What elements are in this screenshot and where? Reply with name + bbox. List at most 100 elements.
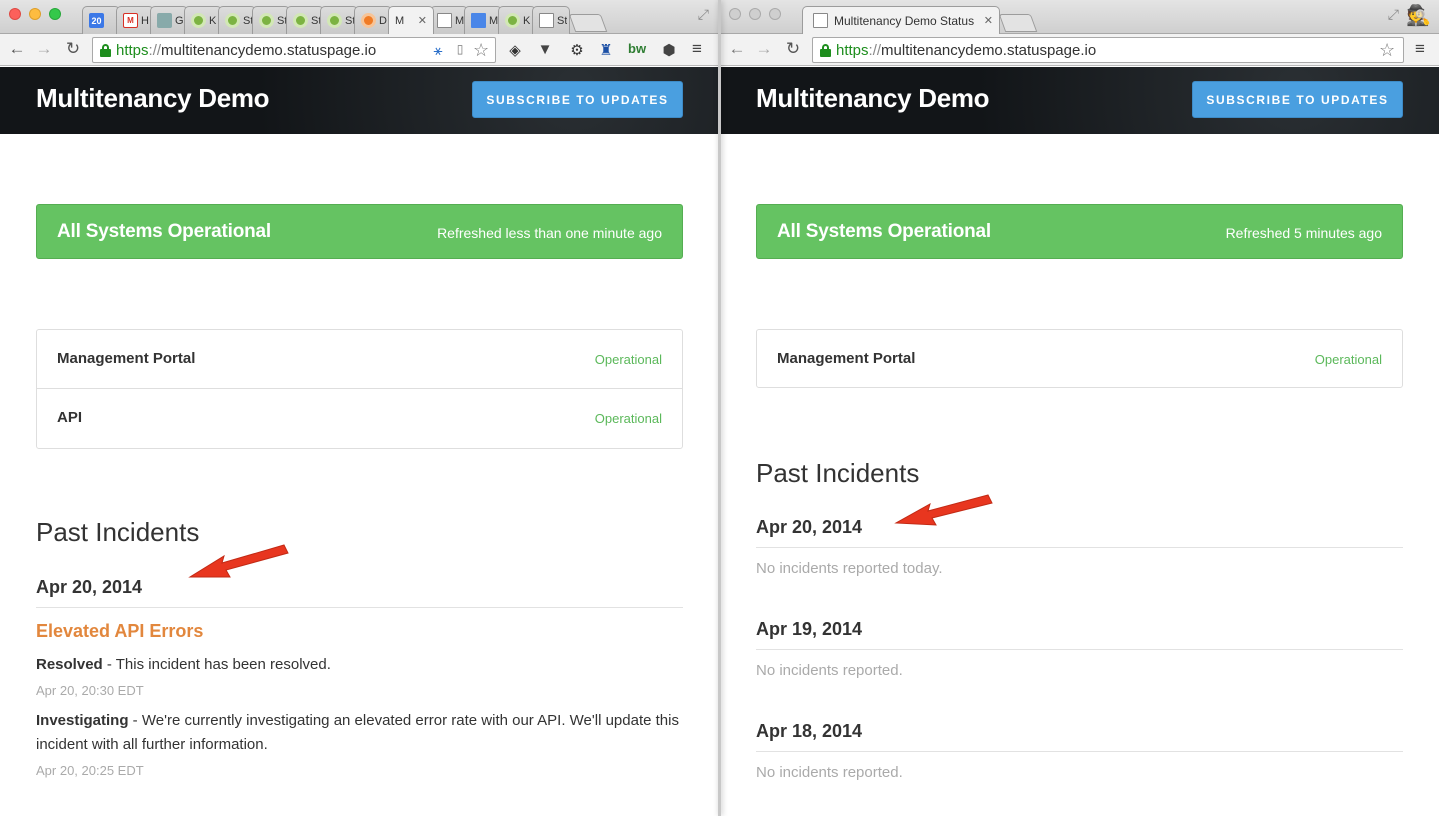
- refresh-time: Refreshed less than one minute ago: [437, 225, 662, 241]
- statuspage-icon: [191, 13, 206, 28]
- tab[interactable]: St: [320, 6, 358, 34]
- extension-icon[interactable]: ♜: [597, 41, 615, 59]
- tab[interactable]: St: [252, 6, 290, 34]
- update-time: Apr 20, 20:30 EDT: [36, 683, 144, 698]
- google-docs-icon: [471, 13, 486, 28]
- new-tab-button[interactable]: [568, 14, 608, 32]
- tab[interactable]: St: [532, 6, 570, 34]
- site-title[interactable]: Multitenancy Demo: [756, 83, 990, 114]
- back-arrow-icon[interactable]: ←: [726, 39, 748, 59]
- reload-icon[interactable]: ↻: [62, 39, 84, 59]
- network-icon[interactable]: ⚹: [429, 42, 447, 59]
- address-bar[interactable]: https://multitenancydemo.statuspage.io ☆: [812, 37, 1404, 63]
- calendar-icon: 20: [89, 13, 104, 28]
- status-banner: All Systems Operational Refreshed less t…: [36, 204, 683, 259]
- status-title: All Systems Operational: [57, 221, 271, 242]
- tab[interactable]: G: [150, 6, 188, 34]
- close-window-button[interactable]: [9, 8, 21, 20]
- statuspage-icon: [259, 13, 274, 28]
- tab[interactable]: St: [286, 6, 324, 34]
- tab[interactable]: 20: [82, 6, 120, 34]
- component-row: Management Portal Operational: [37, 330, 682, 389]
- tab[interactable]: K: [498, 6, 536, 34]
- incident-update: Investigating - We're currently investig…: [36, 712, 679, 753]
- date-heading: Apr 18, 2014: [756, 721, 1403, 752]
- right-browser-window: Multitenancy Demo Status ✕ ⤢ 🕵 ← → ↻ htt…: [720, 0, 1439, 816]
- past-incidents-heading: Past Incidents: [756, 458, 920, 488]
- zoom-window-button[interactable]: [49, 8, 61, 20]
- incident-title-link[interactable]: Elevated API Errors: [36, 621, 203, 642]
- window-divider: [718, 0, 721, 816]
- close-tab-icon[interactable]: ✕: [418, 14, 427, 27]
- page-action-icon[interactable]: ▯: [451, 42, 469, 56]
- menu-icon[interactable]: ≡: [1415, 39, 1425, 59]
- tab[interactable]: MH: [116, 6, 154, 34]
- component-status: Operational: [594, 411, 662, 426]
- no-incidents-text: No incidents reported.: [756, 662, 903, 679]
- bookmark-star-icon[interactable]: ☆: [473, 40, 489, 61]
- menu-icon[interactable]: ≡: [692, 39, 702, 59]
- left-browser-window: 20 MH G K St St St St D M ✕ M M K St ⤢ ← …: [0, 0, 719, 816]
- tab-label: K: [523, 14, 531, 27]
- update-time: Apr 20, 20:25 EDT: [36, 763, 144, 778]
- tab-strip: 20 MH G K St St St St D M ✕ M M K St ⤢: [0, 0, 719, 34]
- close-window-button[interactable]: [729, 8, 741, 20]
- tab-active[interactable]: Multitenancy Demo Status ✕: [802, 6, 1000, 34]
- minimize-window-button[interactable]: [749, 8, 761, 20]
- date-heading: Apr 20, 2014: [756, 517, 1403, 548]
- component-name: API: [57, 409, 83, 426]
- refresh-time: Refreshed 5 minutes ago: [1225, 225, 1382, 241]
- pocket-icon[interactable]: ▼: [536, 41, 554, 58]
- back-arrow-icon[interactable]: ←: [6, 39, 28, 59]
- subscribe-button[interactable]: SUBSCRIBE TO UPDATES: [472, 81, 683, 118]
- tab-label: D: [379, 14, 387, 27]
- past-incidents-heading: Past Incidents: [36, 517, 200, 547]
- statuspage-icon: [361, 13, 376, 28]
- tab[interactable]: D: [354, 6, 392, 34]
- gear-icon[interactable]: ⚙: [568, 41, 586, 59]
- components-list: Management Portal Operational: [756, 329, 1403, 388]
- bookmark-star-icon[interactable]: ☆: [1379, 40, 1395, 61]
- address-bar[interactable]: https://multitenancydemo.statuspage.io ⚹…: [92, 37, 496, 63]
- tab[interactable]: M: [430, 6, 468, 34]
- components-list: Management Portal Operational API Operat…: [36, 329, 683, 449]
- browser-toolbar: ← → ↻ https://multitenancydemo.statuspag…: [720, 34, 1439, 66]
- fullscreen-icon[interactable]: ⤢: [698, 6, 709, 23]
- component-status: Operational: [594, 352, 662, 367]
- statuspage-icon: [505, 13, 520, 28]
- lock-icon: [100, 44, 111, 57]
- layers-icon[interactable]: ◈: [506, 41, 524, 59]
- bw-extension-icon[interactable]: bw: [628, 41, 646, 56]
- tab-active[interactable]: M ✕: [388, 6, 434, 34]
- tab-list: Multitenancy Demo Status ✕: [802, 6, 1409, 34]
- close-tab-icon[interactable]: ✕: [984, 14, 993, 27]
- fullscreen-icon[interactable]: ⤢: [1388, 6, 1399, 23]
- forward-arrow-icon[interactable]: →: [753, 39, 775, 59]
- tab-label: St: [557, 14, 568, 27]
- update-status: Resolved: [36, 656, 103, 673]
- tab-label: H: [141, 14, 149, 27]
- no-incidents-text: No incidents reported today.: [756, 560, 943, 577]
- new-tab-button[interactable]: [998, 14, 1038, 32]
- tab[interactable]: St: [218, 6, 256, 34]
- statuspage-icon: [293, 13, 308, 28]
- document-icon: [539, 13, 554, 28]
- hexagon-icon[interactable]: ⬢: [660, 41, 678, 59]
- statuspage-icon: [327, 13, 342, 28]
- forward-arrow-icon[interactable]: →: [33, 39, 55, 59]
- tab[interactable]: M: [464, 6, 502, 34]
- url-text: https://multitenancydemo.statuspage.io: [116, 42, 377, 59]
- minimize-window-button[interactable]: [29, 8, 41, 20]
- zoom-window-button[interactable]: [769, 8, 781, 20]
- site-title[interactable]: Multitenancy Demo: [36, 83, 270, 114]
- component-status: Operational: [1314, 352, 1382, 367]
- subscribe-button[interactable]: SUBSCRIBE TO UPDATES: [1192, 81, 1403, 118]
- tab[interactable]: K: [184, 6, 222, 34]
- masthead: Multitenancy Demo SUBSCRIBE TO UPDATES: [0, 67, 719, 134]
- date-heading: Apr 19, 2014: [756, 619, 1403, 650]
- reload-icon[interactable]: ↻: [782, 39, 804, 59]
- masthead: Multitenancy Demo SUBSCRIBE TO UPDATES: [720, 67, 1439, 134]
- tab-label: K: [209, 14, 217, 27]
- date-heading: Apr 20, 2014: [36, 577, 683, 608]
- incident-update: Resolved - This incident has been resolv…: [36, 656, 331, 673]
